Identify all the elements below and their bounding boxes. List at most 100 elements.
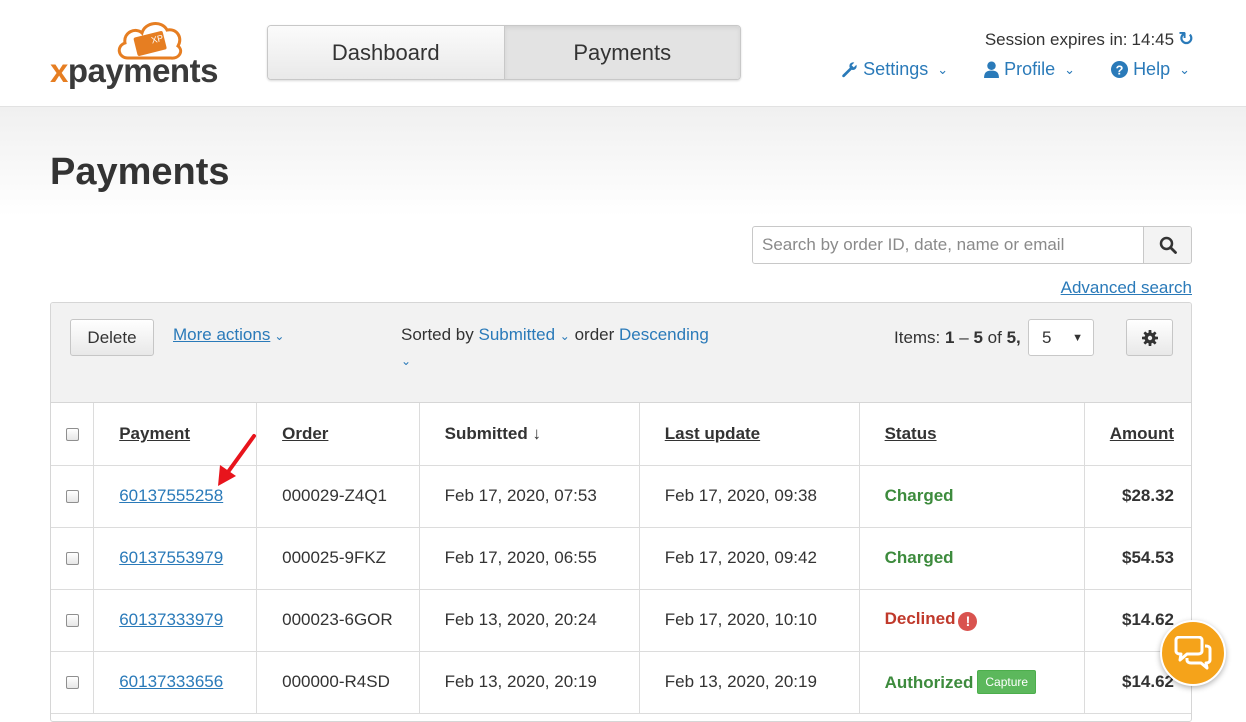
settings-menu[interactable]: Settings ⌄ bbox=[841, 59, 948, 80]
sort-field-dropdown[interactable]: Submitted bbox=[479, 325, 556, 344]
chat-button[interactable] bbox=[1160, 620, 1226, 686]
profile-label: Profile bbox=[1004, 59, 1056, 79]
order-cell: 000023-6GOR bbox=[256, 589, 420, 652]
last-update-cell: Feb 17, 2020, 09:42 bbox=[639, 527, 860, 590]
per-page-value: 5 bbox=[1042, 327, 1052, 347]
submitted-cell: Feb 13, 2020, 20:24 bbox=[419, 589, 640, 652]
status-badge: Charged bbox=[884, 548, 954, 567]
last-update-cell: Feb 17, 2020, 09:38 bbox=[639, 465, 860, 528]
chevron-down-icon: ⌄ bbox=[937, 61, 949, 77]
amount-cell: $54.53 bbox=[1084, 527, 1191, 590]
submitted-cell: Feb 17, 2020, 06:55 bbox=[419, 527, 640, 590]
payment-link[interactable]: 60137333979 bbox=[119, 610, 223, 629]
capture-button[interactable]: Capture bbox=[977, 670, 1037, 694]
per-page-select[interactable]: 5 ▼ bbox=[1028, 319, 1094, 356]
more-actions-dropdown[interactable]: More actions ⌄ bbox=[173, 325, 284, 345]
delete-button[interactable]: Delete bbox=[70, 319, 154, 356]
header: XP xpayments Dashboard Payments Session … bbox=[0, 0, 1246, 107]
last-update-cell: Feb 13, 2020, 20:19 bbox=[639, 651, 860, 714]
sort-controls: Sorted by Submitted ⌄ order Descending ⌄ bbox=[401, 323, 741, 372]
chevron-down-icon: ⌄ bbox=[1064, 61, 1076, 77]
table-row: 60137333656 000000-R4SD Feb 13, 2020, 20… bbox=[51, 651, 1191, 714]
payment-link[interactable]: 60137333656 bbox=[119, 672, 223, 691]
gear-icon bbox=[1141, 329, 1158, 346]
list-toolbar: Delete More actions ⌄ Sorted by Submitted… bbox=[51, 303, 1191, 403]
profile-menu[interactable]: Profile ⌄ bbox=[984, 59, 1075, 80]
search-button[interactable] bbox=[1143, 227, 1191, 263]
dropdown-arrow-icon: ▼ bbox=[1072, 331, 1083, 344]
row-select-cell bbox=[51, 465, 95, 528]
row-checkbox[interactable] bbox=[65, 552, 79, 566]
order-cell: 000029-Z4Q1 bbox=[256, 465, 420, 528]
session-timer: Session expires in: 14:45 ↻ bbox=[985, 28, 1194, 51]
help-label: Help bbox=[1133, 59, 1171, 79]
user-icon bbox=[984, 61, 1000, 78]
header-payment[interactable]: Payment bbox=[93, 403, 258, 466]
svg-text:?: ? bbox=[1116, 62, 1124, 77]
row-select-cell bbox=[51, 589, 95, 652]
row-select-cell bbox=[51, 527, 95, 590]
logo-wordmark: xpayments bbox=[50, 52, 218, 89]
page-title: Payments bbox=[50, 151, 230, 193]
chevron-down-icon[interactable]: ⌄ bbox=[401, 354, 411, 368]
chevron-down-icon: ⌄ bbox=[274, 329, 285, 343]
session-time: 14:45 bbox=[1131, 29, 1175, 49]
refresh-icon[interactable]: ↻ bbox=[1178, 28, 1194, 51]
table-row: 60137333979 000023-6GOR Feb 13, 2020, 20… bbox=[51, 589, 1191, 652]
table-row: 60137553979 000025-9FKZ Feb 17, 2020, 06… bbox=[51, 527, 1191, 590]
table-row: 60137555258 000029-Z4Q1 Feb 17, 2020, 07… bbox=[51, 465, 1191, 528]
submitted-cell: Feb 17, 2020, 07:53 bbox=[419, 465, 640, 528]
payment-id-cell: 60137333656 bbox=[93, 651, 258, 714]
status-cell: Charged bbox=[859, 465, 1085, 528]
payments-panel: Delete More actions ⌄ Sorted by Submitted… bbox=[50, 302, 1192, 722]
advanced-search-link[interactable]: Advanced search bbox=[1061, 278, 1192, 298]
chevron-down-icon: ⌄ bbox=[1179, 61, 1190, 77]
select-all-checkbox[interactable] bbox=[65, 427, 79, 441]
payment-id-cell: 60137333979 bbox=[93, 589, 258, 652]
payment-id-cell: 60137555258 bbox=[93, 465, 258, 528]
amount-cell: $28.32 bbox=[1084, 465, 1191, 528]
items-counter: Items: 1 – 5 of 5, bbox=[894, 328, 1021, 347]
search-input[interactable] bbox=[753, 227, 1143, 263]
order-cell: 000000-R4SD bbox=[256, 651, 420, 714]
chevron-down-icon[interactable]: ⌄ bbox=[560, 329, 570, 343]
last-update-cell: Feb 17, 2020, 10:10 bbox=[639, 589, 860, 652]
settings-label: Settings bbox=[863, 59, 929, 79]
payment-link[interactable]: 60137553979 bbox=[119, 548, 223, 567]
help-menu[interactable]: ? Help ⌄ bbox=[1111, 59, 1190, 80]
sorted-by-label: Sorted by bbox=[401, 325, 474, 344]
header-last-update[interactable]: Last update bbox=[639, 403, 860, 466]
header-submitted[interactable]: Submitted ↓ bbox=[419, 403, 640, 466]
exclamation-circle-icon[interactable]: ! bbox=[958, 611, 978, 631]
status-badge: Declined bbox=[884, 609, 956, 629]
sort-order-dropdown[interactable]: Descending bbox=[619, 325, 709, 344]
order-cell: 000025-9FKZ bbox=[256, 527, 420, 590]
main-nav: Dashboard Payments bbox=[267, 25, 741, 80]
question-circle-icon: ? bbox=[1111, 61, 1129, 78]
header-amount[interactable]: Amount bbox=[1084, 403, 1191, 466]
status-badge: Authorized bbox=[884, 673, 974, 692]
row-checkbox[interactable] bbox=[65, 676, 79, 690]
header-order[interactable]: Order bbox=[256, 403, 420, 466]
wrench-icon bbox=[842, 62, 857, 78]
select-all-cell bbox=[51, 403, 95, 466]
session-label: Session expires in: bbox=[984, 29, 1128, 49]
payment-link[interactable]: 60137555258 bbox=[119, 486, 223, 505]
settings-gear-button[interactable] bbox=[1126, 319, 1173, 356]
header-status[interactable]: Status bbox=[859, 403, 1085, 466]
row-select-cell bbox=[51, 651, 95, 714]
table-header-row: Payment Order Submitted ↓ Last update St… bbox=[51, 403, 1191, 466]
payments-table: Payment Order Submitted ↓ Last update St… bbox=[51, 403, 1191, 714]
order-label: order bbox=[574, 325, 615, 344]
tab-payments[interactable]: Payments bbox=[503, 26, 740, 79]
status-cell: Declined! bbox=[859, 589, 1085, 652]
row-checkbox[interactable] bbox=[65, 490, 79, 504]
tab-dashboard[interactable]: Dashboard bbox=[268, 26, 504, 79]
xpayments-logo[interactable]: XP xpayments bbox=[50, 18, 220, 90]
row-checkbox[interactable] bbox=[65, 614, 79, 628]
status-cell: Authorized Capture bbox=[859, 651, 1085, 714]
search-box bbox=[752, 226, 1192, 264]
chat-bubbles-icon bbox=[1174, 636, 1212, 670]
top-menu: Settings ⌄ Profile ⌄ ? Help ⌄ bbox=[841, 59, 1190, 80]
search-icon bbox=[1159, 236, 1177, 254]
